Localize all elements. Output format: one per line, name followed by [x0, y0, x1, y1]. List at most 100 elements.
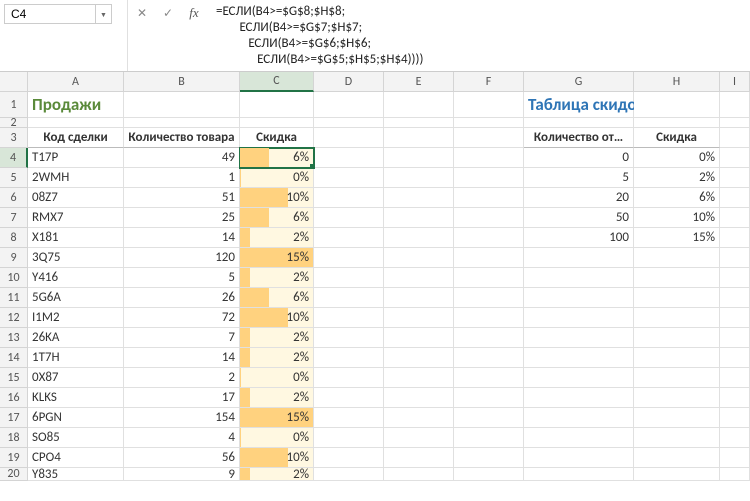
- cell-disc-from[interactable]: 100: [524, 228, 634, 248]
- row-header[interactable]: 18: [0, 428, 28, 448]
- cell[interactable]: [384, 328, 454, 348]
- cell[interactable]: [314, 428, 384, 448]
- cell[interactable]: [720, 92, 750, 118]
- row-header[interactable]: 1: [0, 92, 28, 118]
- header-deal[interactable]: Код сделки: [28, 128, 124, 148]
- row-header[interactable]: 6: [0, 188, 28, 208]
- cell[interactable]: [124, 92, 240, 118]
- header-disc[interactable]: Скидка: [240, 128, 314, 148]
- cell[interactable]: [454, 348, 524, 368]
- cell-disc-from[interactable]: 20: [524, 188, 634, 208]
- cell[interactable]: [314, 348, 384, 368]
- row-header[interactable]: 19: [0, 448, 28, 468]
- cell[interactable]: [384, 148, 454, 168]
- row-header[interactable]: 7: [0, 208, 28, 228]
- cell-disc[interactable]: 2%: [240, 348, 314, 368]
- cell[interactable]: [384, 188, 454, 208]
- name-box-input[interactable]: [4, 4, 96, 24]
- cell-qty[interactable]: 49: [124, 148, 240, 168]
- col-header[interactable]: E: [384, 72, 454, 92]
- cell[interactable]: [384, 118, 454, 128]
- cell[interactable]: [240, 118, 314, 128]
- name-box-dropdown[interactable]: ▼: [96, 4, 112, 24]
- cell-disc-pct[interactable]: [634, 388, 720, 408]
- row-header[interactable]: 10: [0, 268, 28, 288]
- cell[interactable]: [314, 118, 384, 128]
- cell[interactable]: [454, 268, 524, 288]
- cell-code[interactable]: Y835: [28, 468, 124, 481]
- cell[interactable]: [454, 118, 524, 128]
- cell[interactable]: [384, 408, 454, 428]
- cell[interactable]: [124, 118, 240, 128]
- cell-disc[interactable]: 2%: [240, 268, 314, 288]
- cell-disc-pct[interactable]: [634, 428, 720, 448]
- cell-disc[interactable]: 10%: [240, 448, 314, 468]
- cell-qty[interactable]: 7: [124, 328, 240, 348]
- cell[interactable]: [314, 448, 384, 468]
- cell-disc-from[interactable]: [524, 348, 634, 368]
- cell[interactable]: [454, 168, 524, 188]
- cell[interactable]: [384, 248, 454, 268]
- cell[interactable]: [384, 468, 454, 481]
- cell[interactable]: [720, 128, 750, 148]
- cell[interactable]: [384, 348, 454, 368]
- cell[interactable]: [720, 248, 750, 268]
- cell-disc-pct[interactable]: [634, 288, 720, 308]
- cell-disc-from[interactable]: [524, 388, 634, 408]
- col-header[interactable]: D: [314, 72, 384, 92]
- cell[interactable]: [720, 228, 750, 248]
- fill-handle[interactable]: [310, 164, 314, 168]
- cell[interactable]: [720, 208, 750, 228]
- cell-disc-from[interactable]: [524, 468, 634, 481]
- col-header[interactable]: A: [28, 72, 124, 92]
- cell-disc-pct[interactable]: [634, 248, 720, 268]
- cell-qty[interactable]: 14: [124, 348, 240, 368]
- cell[interactable]: [384, 208, 454, 228]
- formula-input[interactable]: =ЕСЛИ(B4>=$G$8;$H$8; ЕСЛИ(B4>=$G$7;$H$7;…: [208, 0, 750, 71]
- confirm-icon[interactable]: ✓: [160, 4, 176, 22]
- header-disc2[interactable]: Скидка: [634, 128, 720, 148]
- cell[interactable]: [720, 388, 750, 408]
- cell-disc-pct[interactable]: 15%: [634, 228, 720, 248]
- cell[interactable]: [28, 118, 124, 128]
- cell[interactable]: [454, 328, 524, 348]
- cell[interactable]: [314, 368, 384, 388]
- cell-code[interactable]: 3Q75: [28, 248, 124, 268]
- cell[interactable]: [314, 208, 384, 228]
- cell[interactable]: [720, 408, 750, 428]
- cell-disc[interactable]: 15%: [240, 408, 314, 428]
- row-header[interactable]: 12: [0, 308, 28, 328]
- cell-disc-pct[interactable]: 10%: [634, 208, 720, 228]
- cell[interactable]: [454, 308, 524, 328]
- row-header[interactable]: 11: [0, 288, 28, 308]
- cell-code[interactable]: I1M2: [28, 308, 124, 328]
- col-header[interactable]: C: [240, 72, 314, 92]
- cell[interactable]: [314, 268, 384, 288]
- cell-disc[interactable]: 6%: [240, 208, 314, 228]
- cell[interactable]: [454, 368, 524, 388]
- col-header[interactable]: F: [454, 72, 524, 92]
- row-header[interactable]: 5: [0, 168, 28, 188]
- cell-qty[interactable]: 51: [124, 188, 240, 208]
- cell-disc-from[interactable]: [524, 308, 634, 328]
- cell-title-discounts[interactable]: Таблица скидок: [524, 92, 634, 118]
- cell[interactable]: [634, 118, 720, 128]
- cell[interactable]: [454, 148, 524, 168]
- cell[interactable]: [314, 388, 384, 408]
- cell[interactable]: [454, 188, 524, 208]
- cell-qty[interactable]: 25: [124, 208, 240, 228]
- cell[interactable]: [314, 148, 384, 168]
- cell-code[interactable]: CPO4: [28, 448, 124, 468]
- row-header[interactable]: 4: [0, 148, 28, 168]
- cell[interactable]: [720, 348, 750, 368]
- cell[interactable]: [384, 92, 454, 118]
- cell[interactable]: [720, 328, 750, 348]
- cell-code[interactable]: Y416: [28, 268, 124, 288]
- cell[interactable]: [384, 368, 454, 388]
- cell-code[interactable]: 26KA: [28, 328, 124, 348]
- cell-disc[interactable]: 15%: [240, 248, 314, 268]
- cell[interactable]: [314, 188, 384, 208]
- cell[interactable]: [384, 428, 454, 448]
- cell-title-sales[interactable]: Продажи: [28, 92, 124, 118]
- row-header[interactable]: 17: [0, 408, 28, 428]
